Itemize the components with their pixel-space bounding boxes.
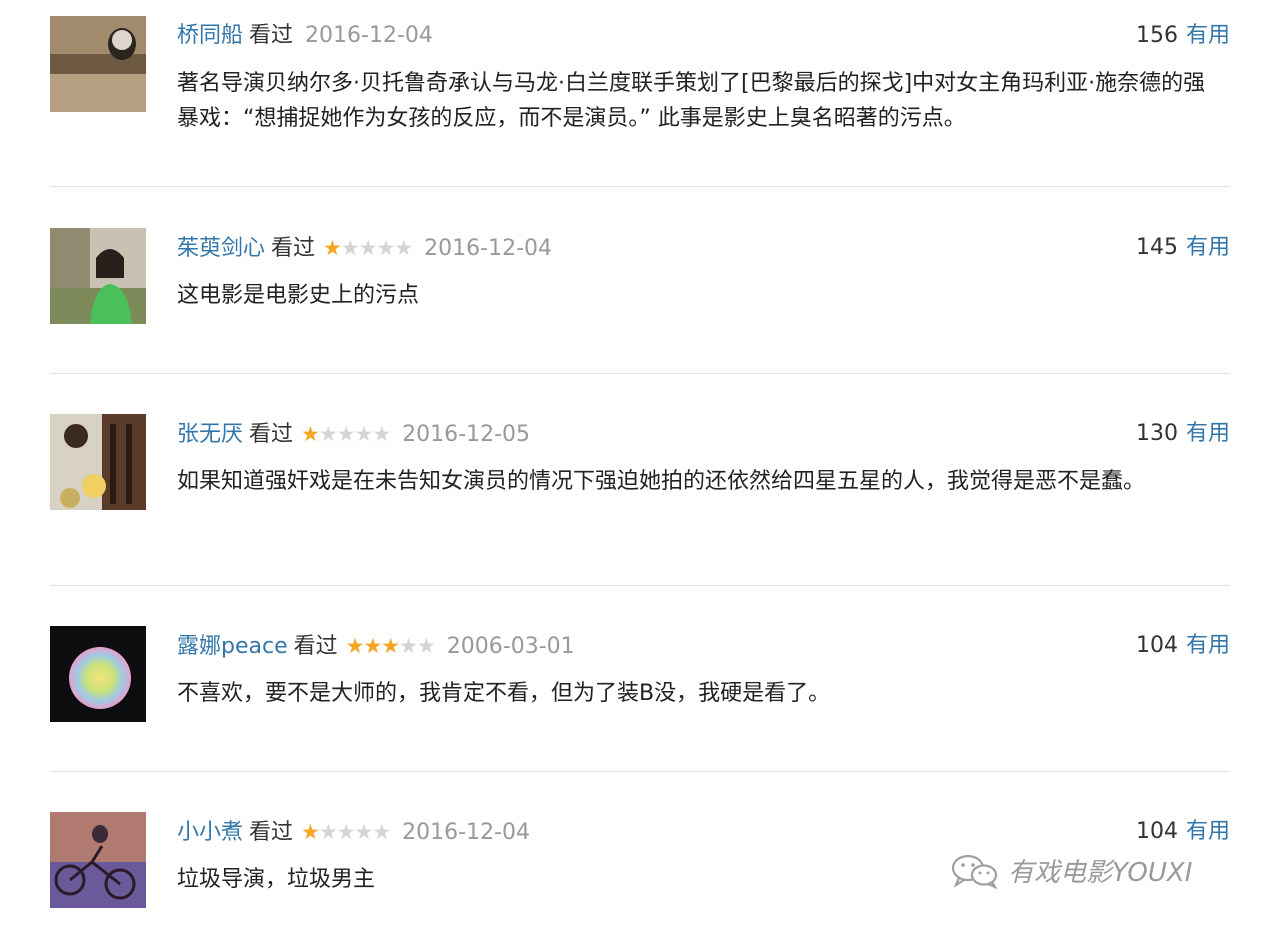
rating-stars: ★★★★★ bbox=[345, 630, 436, 662]
username-link[interactable]: 茱萸剑心 bbox=[177, 236, 265, 261]
vote-area: 130 有用 bbox=[1136, 418, 1230, 450]
avatar[interactable] bbox=[50, 626, 146, 722]
username-link[interactable]: 小小煮 bbox=[177, 820, 243, 845]
comment-date: 2006-03-01 bbox=[446, 634, 575, 659]
avatar[interactable] bbox=[50, 812, 146, 908]
comment-text: 不喜欢，要不是大师的，我肯定不看，但为了装B没，我硬是看了。 bbox=[177, 681, 831, 706]
comment-text: 如果知道强奸戏是在未告知女演员的情况下强迫她拍的还依然给四星五星的人，我觉得是恶… bbox=[177, 469, 1146, 494]
divider bbox=[50, 771, 1230, 772]
comment-date: 2016-12-04 bbox=[424, 236, 553, 261]
watch-status: 看过 bbox=[249, 820, 294, 845]
rating-stars: ★★★★★ bbox=[323, 232, 413, 264]
watch-status: 看过 bbox=[249, 422, 294, 447]
comment-date: 2016-12-04 bbox=[402, 820, 531, 845]
star-filled-icon: ★ bbox=[301, 422, 320, 446]
comment-header: 小小煮 看过 ★★★★★ 2016-12-04 bbox=[177, 816, 530, 848]
vote-count: 145 bbox=[1135, 235, 1178, 260]
rating-stars: ★★★★★ bbox=[301, 418, 391, 450]
vote-count: 130 bbox=[1135, 421, 1178, 446]
divider bbox=[50, 585, 1230, 586]
star-empty-icon: ★ bbox=[394, 236, 413, 260]
username-link[interactable]: 桥同船 bbox=[177, 23, 243, 48]
star-empty-icon: ★ bbox=[354, 422, 374, 446]
avatar[interactable] bbox=[50, 414, 146, 510]
star-empty-icon: ★ bbox=[399, 634, 418, 658]
star-filled-icon: ★ bbox=[323, 236, 342, 260]
star-filled-icon: ★ bbox=[363, 634, 382, 658]
star-empty-icon: ★ bbox=[416, 634, 436, 658]
comment-date: 2016-12-05 bbox=[402, 422, 531, 447]
rating-stars: ★★★★★ bbox=[301, 816, 391, 848]
vote-area: 104 有用 bbox=[1136, 816, 1230, 848]
watch-status: 看过 bbox=[271, 236, 316, 261]
star-empty-icon: ★ bbox=[336, 422, 356, 446]
vote-area: 156 有用 bbox=[1136, 20, 1230, 52]
comment-header: 茱萸剑心 看过 ★★★★★ 2016-12-04 bbox=[177, 232, 552, 264]
vote-count: 104 bbox=[1135, 819, 1178, 844]
star-empty-icon: ★ bbox=[376, 236, 396, 260]
username-link[interactable]: 张无厌 bbox=[177, 422, 243, 447]
divider bbox=[50, 186, 1230, 187]
wechat-icon bbox=[951, 854, 998, 890]
divider bbox=[50, 373, 1230, 374]
vote-area: 145 有用 bbox=[1136, 232, 1230, 264]
vote-count: 156 bbox=[1135, 23, 1178, 48]
star-filled-icon: ★ bbox=[301, 820, 320, 844]
star-empty-icon: ★ bbox=[318, 422, 338, 446]
vote-area: 104 有用 bbox=[1136, 630, 1230, 662]
useful-button[interactable]: 有用 bbox=[1186, 819, 1230, 844]
comment-text: 著名导演贝纳尔多·贝托鲁奇承认与马龙·白兰度联手策划了[巴黎最后的探戈]中对女主… bbox=[177, 71, 1206, 131]
useful-button[interactable]: 有用 bbox=[1186, 23, 1230, 48]
useful-button[interactable]: 有用 bbox=[1186, 633, 1230, 658]
star-empty-icon: ★ bbox=[354, 820, 374, 844]
useful-button[interactable]: 有用 bbox=[1186, 421, 1230, 446]
star-empty-icon: ★ bbox=[318, 820, 338, 844]
avatar[interactable] bbox=[50, 228, 146, 324]
vote-count: 104 bbox=[1135, 633, 1178, 658]
star-empty-icon: ★ bbox=[340, 236, 360, 260]
star-empty-icon: ★ bbox=[336, 820, 356, 844]
useful-button[interactable]: 有用 bbox=[1186, 235, 1230, 260]
star-filled-icon: ★ bbox=[345, 634, 365, 658]
star-empty-icon: ★ bbox=[372, 820, 391, 844]
comment-text: 这电影是电影史上的污点 bbox=[177, 283, 420, 308]
comment-date: 2016-12-04 bbox=[305, 23, 433, 48]
watermark: 有戏电影YOUXI bbox=[950, 850, 1192, 896]
watch-status: 看过 bbox=[249, 23, 294, 48]
star-empty-icon: ★ bbox=[358, 236, 378, 260]
comment-header: 张无厌 看过 ★★★★★ 2016-12-05 bbox=[177, 418, 530, 450]
star-empty-icon: ★ bbox=[372, 422, 391, 446]
watch-status: 看过 bbox=[293, 634, 338, 659]
star-filled-icon: ★ bbox=[381, 634, 400, 658]
comment-header: 桥同船 看过 2016-12-04 bbox=[177, 20, 433, 52]
username-link[interactable]: 露娜peace bbox=[177, 634, 288, 659]
avatar[interactable] bbox=[50, 16, 146, 112]
comment-header: 露娜peace 看过 ★★★★★ 2006-03-01 bbox=[177, 630, 575, 662]
watermark-text: 有戏电影YOUXI bbox=[1008, 858, 1193, 888]
